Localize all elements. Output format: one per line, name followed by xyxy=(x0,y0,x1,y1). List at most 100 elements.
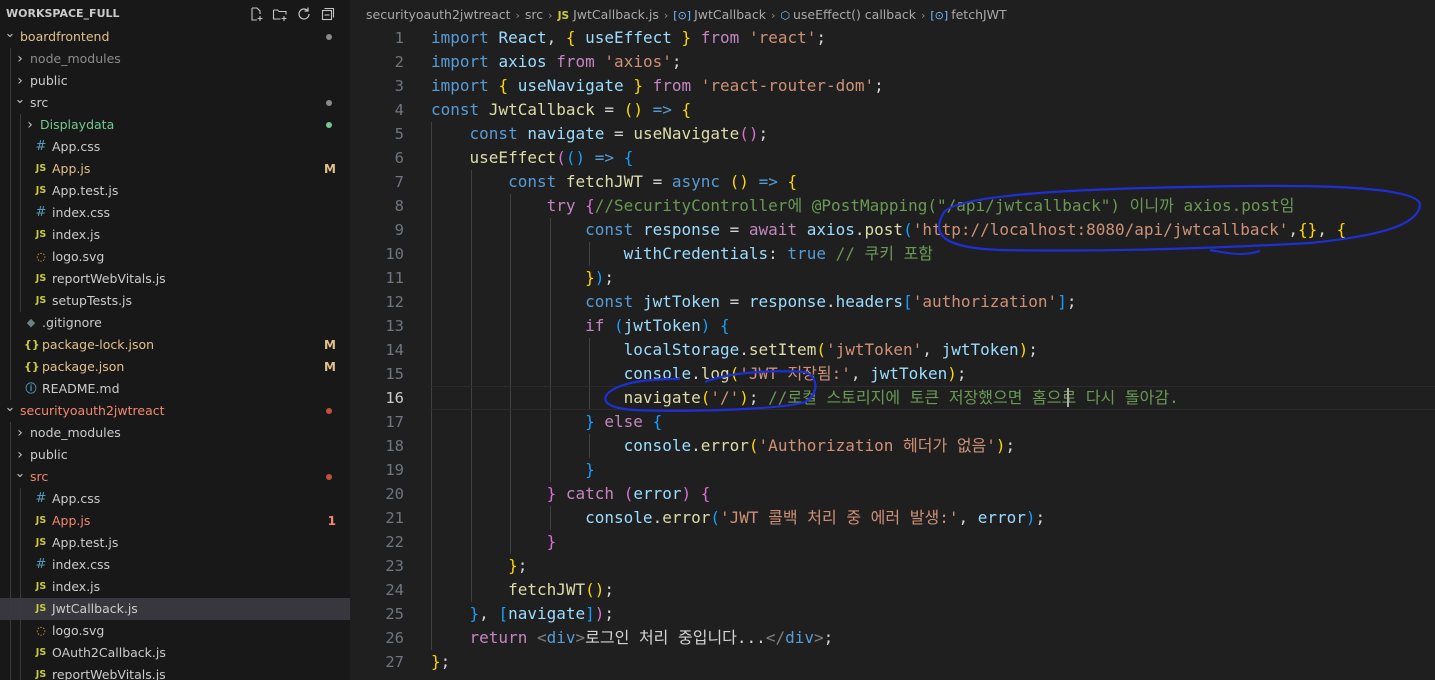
tree-folder-item[interactable]: ⌄ src xyxy=(0,92,350,114)
breadcrumb-file[interactable]: JwtCallback.js xyxy=(573,7,659,22)
code-line[interactable]: 21 console.error('JWT 콜백 처리 중 에러 발생:', e… xyxy=(350,506,1435,530)
chevron-down-icon[interactable]: ⌄ xyxy=(4,26,16,48)
code-text: import { useNavigate } from 'react-route… xyxy=(431,74,884,98)
code-line[interactable]: 1 import React, { useEffect } from 'react… xyxy=(350,26,1435,50)
chevron-right-icon[interactable]: › xyxy=(14,48,26,70)
chevron-right-icon[interactable]: › xyxy=(14,422,26,444)
code-line[interactable]: 23 }; xyxy=(350,554,1435,578)
tree-folder-item[interactable]: › node_modules xyxy=(0,48,350,70)
code-line[interactable]: 15 console.log('JWT 저장됨:', jwtToken); xyxy=(350,362,1435,386)
tree-folder-item[interactable]: ⌄ securityoauth2jwtreact xyxy=(0,400,350,422)
code-line[interactable]: 18 console.error('Authorization 헤더가 없음')… xyxy=(350,434,1435,458)
tree-file-item[interactable]: JS index.js xyxy=(0,224,350,246)
code-token: } xyxy=(633,76,643,95)
breadcrumb-symbol-callback[interactable]: useEffect() callback xyxy=(793,7,916,22)
chevron-down-icon[interactable]: ⌄ xyxy=(14,466,26,488)
code-line[interactable]: 22 } xyxy=(350,530,1435,554)
line-number: 3 xyxy=(394,77,404,95)
breadcrumb-symbol-component[interactable]: JwtCallback xyxy=(694,7,766,22)
code-line[interactable]: 7 const fetchJWT = async () => { xyxy=(350,170,1435,194)
code-token: => xyxy=(594,148,615,167)
tree-file-item[interactable]: JS index.js xyxy=(0,576,350,598)
code-line[interactable]: 12 const jwtToken = response.headers['au… xyxy=(350,290,1435,314)
tree-file-item[interactable]: JS App.js 1 xyxy=(0,510,350,532)
tree-file-item[interactable]: JS reportWebVitals.js xyxy=(0,664,350,680)
tree-folder-item[interactable]: › Displaydata xyxy=(0,114,350,136)
breadcrumb-project[interactable]: securityoauth2jwtreact xyxy=(366,7,511,22)
tree-file-item[interactable]: # index.css xyxy=(0,202,350,224)
tree-folder-item[interactable]: › node_modules xyxy=(0,422,350,444)
tree-file-item[interactable]: ⓘ README.md xyxy=(0,378,350,400)
code-line[interactable]: 20 } catch (error) { xyxy=(350,482,1435,506)
tree-file-item[interactable]: ◆ .gitignore xyxy=(0,312,350,334)
code-line[interactable]: 27}; xyxy=(350,650,1435,674)
code-line[interactable]: 11 }); xyxy=(350,266,1435,290)
code-token: useEffect xyxy=(469,148,557,167)
tree-file-item[interactable]: # App.css xyxy=(0,136,350,158)
code-line[interactable]: 14 localStorage.setItem('jwtToken', jwtT… xyxy=(350,338,1435,362)
tree-folder-item[interactable]: › public xyxy=(0,70,350,92)
chevron-right-icon[interactable]: › xyxy=(14,444,26,466)
tree-file-item[interactable]: JS JwtCallback.js xyxy=(0,598,350,620)
line-number: 22 xyxy=(385,533,404,551)
tree-folder-item[interactable]: › public xyxy=(0,444,350,466)
chevron-down-icon[interactable]: ⌄ xyxy=(14,92,26,114)
code-line[interactable]: 19 } xyxy=(350,458,1435,482)
breadcrumb-symbol-function[interactable]: fetchJWT xyxy=(951,7,1006,22)
code-token: , xyxy=(1288,220,1299,239)
code-line[interactable]: 13 if (jwtToken) { xyxy=(350,314,1435,338)
code-token: import xyxy=(431,28,489,47)
code-line[interactable]: 5 const navigate = useNavigate(); xyxy=(350,122,1435,146)
code-line[interactable]: 2 import axios from 'axios'; xyxy=(350,50,1435,74)
tree-file-item[interactable]: JS OAuth2Callback.js xyxy=(0,642,350,664)
chevron-right-icon[interactable]: › xyxy=(14,70,26,92)
indent-guide xyxy=(10,642,11,664)
new-folder-icon[interactable] xyxy=(272,5,288,21)
code-token: from xyxy=(700,28,740,47)
line-number: 7 xyxy=(394,173,404,191)
tree-file-item[interactable]: JS App.test.js xyxy=(0,180,350,202)
tree-file-item[interactable]: # index.css xyxy=(0,554,350,576)
tree-file-item[interactable]: JS reportWebVitals.js xyxy=(0,268,350,290)
chevron-right-icon[interactable]: › xyxy=(24,114,36,136)
code-line[interactable]: 26 return <div>로그인 처리 중입니다...</div>; xyxy=(350,626,1435,650)
tree-file-item[interactable]: JS App.test.js xyxy=(0,532,350,554)
code-line[interactable]: 6 useEffect(() => { xyxy=(350,146,1435,170)
code-area[interactable]: 1 import React, { useEffect } from 'react… xyxy=(350,26,1435,674)
code-token: from xyxy=(556,52,595,71)
code-line[interactable]: 25 }, [navigate]); xyxy=(350,602,1435,626)
code-line[interactable]: 8 try {//SecurityController에 @PostMappin… xyxy=(350,194,1435,218)
breadcrumb-folder[interactable]: src xyxy=(525,7,543,22)
code-token: ; xyxy=(604,580,615,599)
collapse-all-icon[interactable] xyxy=(320,5,336,21)
code-text: import React, { useEffect } from 'react'… xyxy=(431,26,826,50)
code-token: error xyxy=(700,436,749,455)
tree-file-item[interactable]: {} package-lock.json M xyxy=(0,334,350,356)
code-line[interactable]: 16 navigate('/'); //로컬 스토리지에 토큰 저장했으면 홈으… xyxy=(350,386,1435,410)
tree-file-item[interactable]: {} package.json M xyxy=(0,356,350,378)
tree-file-item[interactable]: JS App.js M xyxy=(0,158,350,180)
new-file-icon[interactable] xyxy=(248,5,264,21)
tree-file-item[interactable]: # App.css xyxy=(0,488,350,510)
code-line[interactable]: 9 const response = await axios.post('htt… xyxy=(350,218,1435,242)
code-line[interactable]: 3 import { useNavigate } from 'react-rout… xyxy=(350,74,1435,98)
refresh-icon[interactable] xyxy=(296,5,312,21)
tree-item-label: App.js xyxy=(52,161,91,176)
chevron-down-icon[interactable]: ⌄ xyxy=(4,400,16,422)
code-line[interactable]: 17 } else { xyxy=(350,410,1435,434)
tree-folder-item[interactable]: ⌄ boardfrontend xyxy=(0,26,350,48)
code-text: }, [navigate]); xyxy=(431,602,615,626)
tree-file-item[interactable]: ◌ logo.svg xyxy=(0,246,350,268)
code-line[interactable]: 10 withCredentials: true // 쿠키 포함 xyxy=(350,242,1435,266)
code-token: jwtToken xyxy=(623,316,701,335)
line-number: 4 xyxy=(394,101,404,119)
line-number: 5 xyxy=(394,125,404,143)
code-line[interactable]: 24 fetchJWT(); xyxy=(350,578,1435,602)
code-line[interactable]: 4 const JwtCallback = () => { xyxy=(350,98,1435,122)
tree-file-item[interactable]: JS setupTests.js xyxy=(0,290,350,312)
tree-folder-item[interactable]: ⌄ src xyxy=(0,466,350,488)
code-token: } xyxy=(431,652,441,671)
tree-file-item[interactable]: ◌ logo.svg xyxy=(0,620,350,642)
